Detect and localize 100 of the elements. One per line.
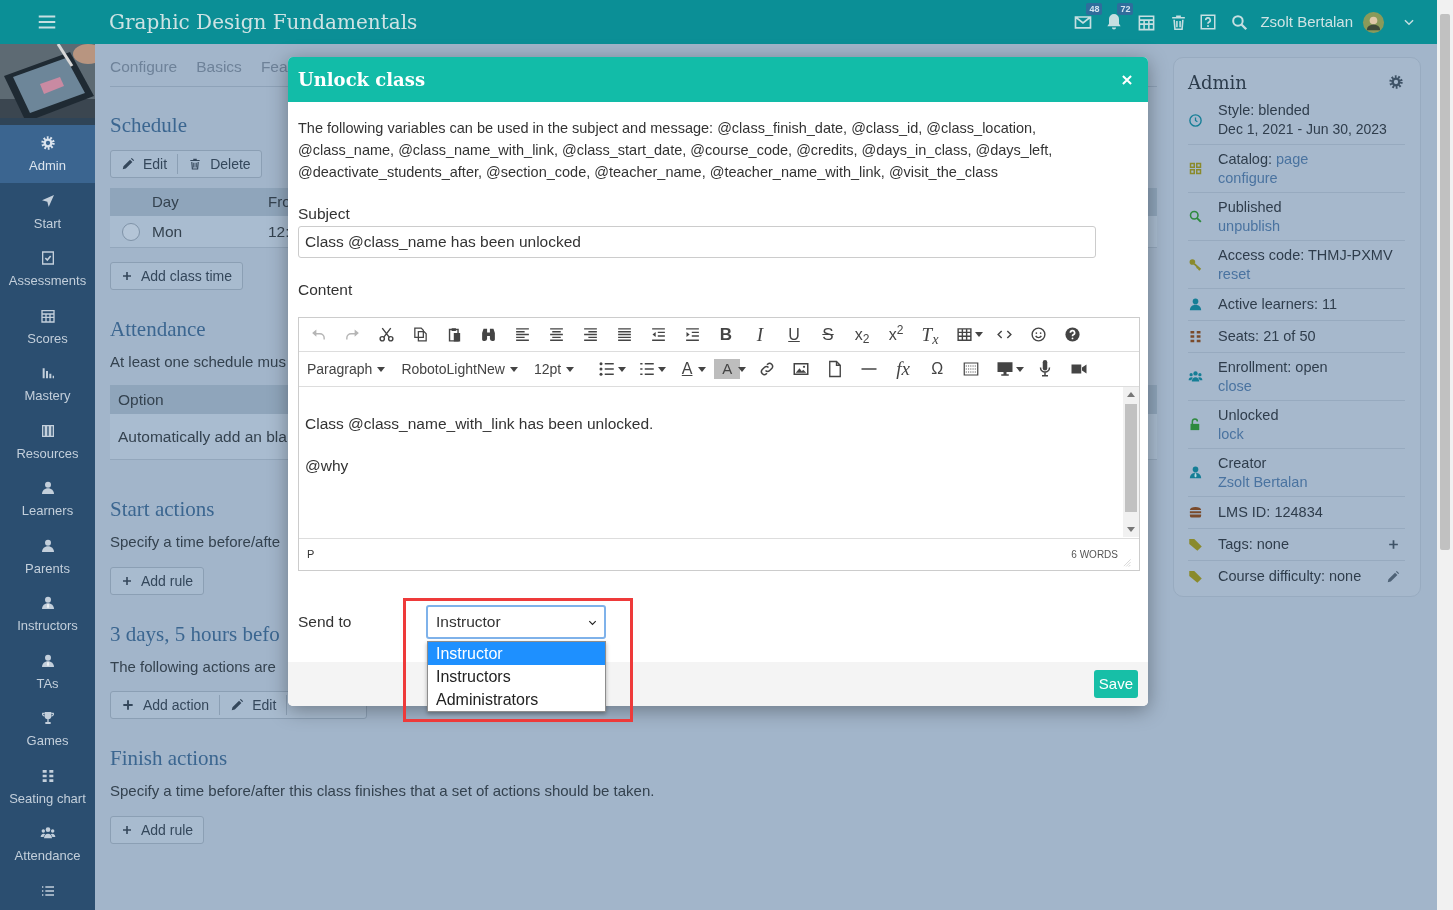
toolbar-button[interactable]: Ω	[924, 359, 951, 379]
panel-item-text: Unlocked	[1218, 405, 1280, 425]
user-name[interactable]: Zsolt Bertalan	[1260, 10, 1353, 34]
calendar-icon[interactable]	[1137, 12, 1157, 32]
align-center-icon[interactable]	[547, 326, 565, 343]
person-icon	[39, 652, 56, 669]
sidebar-item[interactable]: Scores	[0, 297, 95, 355]
settings-icon[interactable]	[1388, 74, 1404, 90]
outdent-icon[interactable]	[649, 326, 667, 343]
caret-icon[interactable]	[1016, 366, 1025, 372]
gear-icon	[39, 135, 56, 151]
scroll-down-icon[interactable]	[1127, 527, 1135, 532]
sidebar-item[interactable]: Parents	[0, 527, 95, 585]
caret-icon	[509, 366, 518, 372]
grid-icon[interactable]	[962, 360, 981, 378]
toolbar-button[interactable]: I	[747, 324, 773, 345]
caret-icon	[566, 366, 575, 372]
dropdown-option[interactable]: Instructor	[428, 642, 605, 665]
add-button[interactable]: Add rule	[110, 567, 205, 595]
table-icon[interactable]	[955, 326, 973, 343]
copy-icon[interactable]	[411, 326, 429, 343]
binoculars-icon[interactable]	[479, 326, 497, 343]
bullet-list-icon[interactable]	[598, 360, 617, 378]
count-badge: 48	[1086, 3, 1103, 15]
sidebar-item[interactable]: Seating chart	[0, 757, 95, 815]
help-icon[interactable]	[1063, 326, 1081, 343]
caret-icon[interactable]	[975, 332, 983, 337]
panel-item-text: Enrollment: open	[1218, 357, 1329, 377]
add-button[interactable]: Add class time	[110, 262, 244, 290]
panel-item-text: Catalog:	[1218, 149, 1272, 169]
subject-field[interactable]: Class @class_name has been unlocked	[298, 226, 1096, 258]
sidebar-item[interactable]: Games	[0, 700, 95, 758]
dropdown-option[interactable]: Administrators	[428, 688, 605, 711]
sidebar-item[interactable]: Mastery	[0, 355, 95, 413]
edit-button[interactable]: Edit	[219, 695, 287, 715]
justify-icon[interactable]	[615, 326, 633, 343]
numbered-list-icon[interactable]	[638, 360, 657, 378]
align-left-icon[interactable]	[513, 326, 531, 343]
format-dropdown[interactable]: 12pt	[533, 358, 575, 380]
toolbar-button[interactable]: U	[781, 324, 807, 345]
avatar-icon[interactable]	[1362, 10, 1385, 34]
format-dropdown[interactable]: Paragraph	[307, 358, 386, 380]
monitor-icon[interactable]	[996, 360, 1015, 378]
add-button[interactable]: Add rule	[110, 816, 205, 844]
sidebar-item[interactable]: Admin	[0, 125, 95, 183]
image-icon[interactable]	[792, 360, 811, 378]
person-icon	[1188, 465, 1203, 480]
edit-button[interactable]: Edit	[111, 154, 178, 174]
toolbar-button[interactable]: A	[714, 359, 741, 379]
editor-scrollbar[interactable]	[1123, 387, 1139, 537]
resize-grip-icon[interactable]	[1123, 558, 1131, 567]
toolbar-button[interactable]: A	[674, 359, 701, 379]
word-count: 6 WORDS	[1071, 548, 1118, 562]
toolbar-button[interactable]: x$^{2}$	[883, 324, 909, 345]
course-title: Graphic Design Fundamentals	[109, 9, 418, 36]
people-icon	[39, 825, 56, 841]
caret-icon[interactable]	[698, 366, 707, 372]
column-header: Option	[118, 389, 164, 410]
editor-text: Class @class_name_with_link has been unlocked.	[305, 414, 655, 434]
date-range: Dec 1, 2021 - Jun 30, 2023	[1218, 120, 1388, 139]
trash-icon	[188, 157, 203, 171]
books-icon	[39, 422, 56, 439]
select-field[interactable]: Instructor	[426, 605, 606, 639]
toolbar-button[interactable]: T$_{x}$	[917, 324, 943, 345]
person-icon	[1188, 297, 1203, 312]
toolbar-button[interactable]: S	[815, 324, 841, 345]
count-badge: 72	[1117, 3, 1134, 15]
sidebar-item[interactable]: Attendance	[0, 815, 95, 873]
trophy-icon	[39, 710, 56, 726]
caret-icon[interactable]	[618, 366, 627, 372]
scrollbar[interactable]	[1437, 0, 1453, 910]
plus-icon[interactable]	[1387, 538, 1400, 551]
scissors-icon[interactable]	[377, 326, 395, 343]
plus-icon	[121, 824, 133, 836]
toolbar-button[interactable]: B	[713, 324, 739, 345]
format-dropdown[interactable]: RobotoLightNew	[401, 358, 518, 380]
scroll-up-icon[interactable]	[1127, 392, 1135, 397]
radio-button[interactable]	[122, 222, 140, 241]
pencil-icon[interactable]	[1386, 569, 1400, 584]
scrollbar-thumb[interactable]	[1440, 14, 1450, 550]
panel-item-text: Access code: THMJ-PXMV	[1218, 245, 1394, 265]
sidebar-item[interactable]: Instructors	[0, 585, 95, 643]
align-right-icon[interactable]	[581, 326, 599, 343]
section-heading: Start actions	[110, 496, 215, 522]
add-action-button[interactable]: Add action	[111, 695, 220, 715]
sidebar-item[interactable]: TAs	[0, 642, 95, 700]
caret-icon[interactable]	[738, 366, 747, 372]
search-icon[interactable]	[1230, 12, 1250, 32]
sidebar-item[interactable]: Start	[0, 182, 95, 240]
delete-button[interactable]: Delete	[177, 154, 261, 174]
sidebar-item[interactable]: Resources	[0, 412, 95, 470]
sidebar-item[interactable]: Assessments	[0, 240, 95, 298]
toolbar-button[interactable]: x$_{2}$	[849, 324, 875, 345]
sidebar-item[interactable]: Learners	[0, 470, 95, 528]
dropdown-option[interactable]: Instructors	[428, 665, 605, 688]
caret-icon[interactable]	[658, 366, 667, 372]
smiley-icon[interactable]	[1029, 326, 1047, 343]
indent-icon[interactable]	[683, 326, 701, 343]
field-label: Subject	[298, 204, 351, 224]
toolbar-button[interactable]: fx	[890, 359, 917, 379]
